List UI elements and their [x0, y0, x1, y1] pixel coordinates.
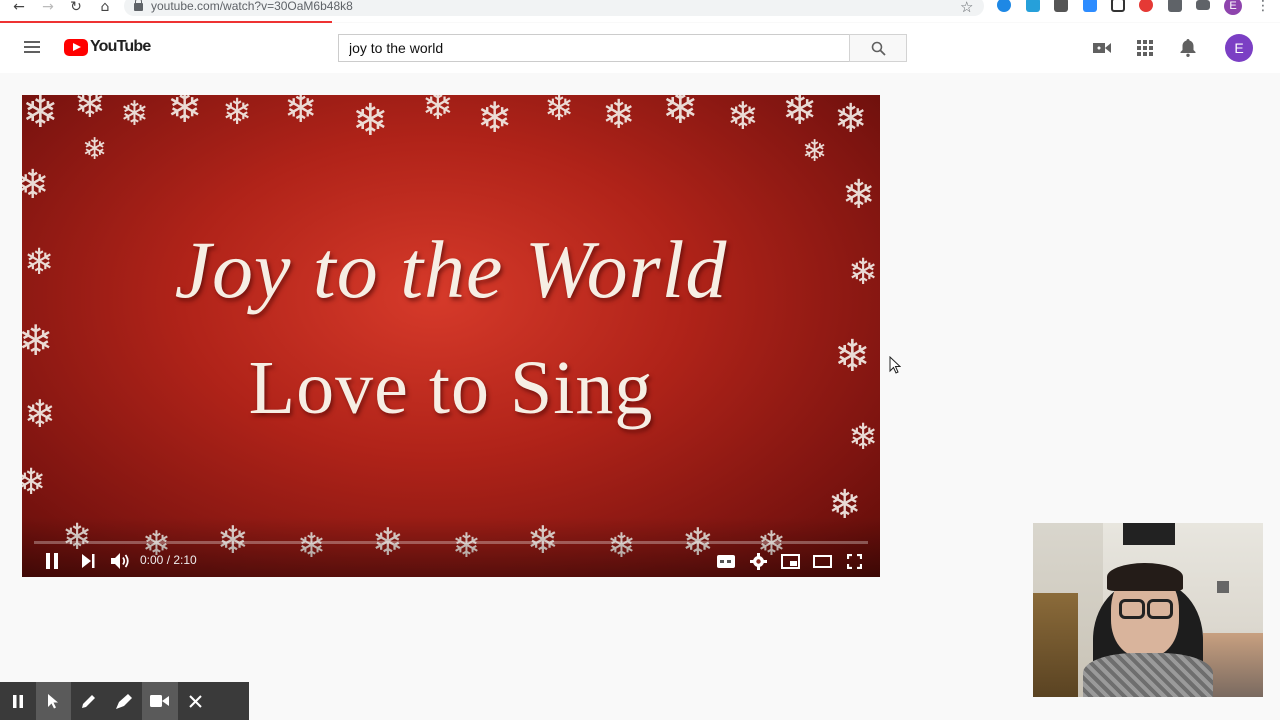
snowflake-icon: ❄: [120, 95, 149, 134]
next-button[interactable]: [78, 552, 98, 570]
apps-grid-icon[interactable]: [1135, 39, 1155, 57]
webcam-outlet: [1217, 581, 1229, 593]
next-icon: [82, 554, 95, 568]
video-title-line-2: Love to Sing: [248, 346, 654, 430]
search-button[interactable]: [849, 34, 907, 62]
recorder-pause-button[interactable]: [0, 682, 36, 720]
recorder-pen-button[interactable]: [71, 682, 107, 720]
pause-icon: [12, 694, 23, 708]
record-icon[interactable]: [1139, 0, 1153, 12]
grid-icon[interactable]: [1111, 0, 1125, 12]
snowflake-icon: ❄: [222, 95, 253, 133]
youtube-play-logo-icon: [64, 38, 88, 56]
recorder-close-button[interactable]: [178, 682, 214, 720]
menu-icon[interactable]: [24, 41, 40, 53]
notifications-bell-icon[interactable]: [1178, 39, 1198, 57]
progress-bar[interactable]: [34, 541, 868, 544]
snowflake-icon: ❄: [422, 95, 454, 128]
snowflake-icon: ❄: [352, 95, 389, 146]
webcam-poster: [1123, 523, 1175, 545]
url-text: youtube.com/watch?v=30OaM6b48k8: [151, 0, 353, 13]
recorder-pointer-button[interactable]: [35, 682, 71, 720]
snowflake-icon: ❄: [727, 95, 759, 138]
glasses-right-icon: [1147, 599, 1173, 619]
snowflake-icon: ❄: [22, 162, 50, 208]
miniplayer-button[interactable]: [779, 552, 801, 570]
snowflake-icon: ❄: [602, 95, 636, 138]
search-input[interactable]: [338, 34, 849, 62]
pause-button[interactable]: [42, 552, 62, 570]
back-icon[interactable]: ←: [8, 0, 30, 15]
snowflake-icon: ❄: [82, 132, 108, 167]
snowflake-icon: ❄: [802, 134, 828, 169]
queue-icon[interactable]: [1196, 0, 1210, 10]
video-player[interactable]: ❄ ❄ ❄ ❄ ❄ ❄ ❄ ❄ ❄ ❄ ❄ ❄ ❄ ❄ ❄ ❄ ❄ ❄ ❄ ❄ …: [22, 95, 880, 577]
grammar-icon[interactable]: [997, 0, 1011, 12]
youtube-logo-text: YouTube: [90, 38, 151, 55]
webcam-overlay: [1033, 523, 1263, 697]
theater-mode-button[interactable]: [811, 552, 833, 570]
snowflake-icon: ❄: [544, 95, 575, 129]
settings-button[interactable]: [748, 552, 768, 570]
account-icon[interactable]: [1026, 0, 1040, 12]
volume-button[interactable]: [109, 552, 131, 570]
recorder-camera-button[interactable]: [142, 682, 178, 720]
snowflake-icon: ❄: [662, 95, 699, 134]
user-avatar[interactable]: E: [1225, 34, 1253, 62]
highlighter-icon: [116, 693, 133, 709]
webcam-shelf: [1033, 593, 1078, 697]
snowflake-icon: ❄: [167, 95, 203, 132]
snowflake-icon: ❄: [22, 95, 59, 138]
captions-button[interactable]: [716, 552, 736, 570]
fullscreen-icon: [846, 553, 862, 569]
captions-icon: [717, 554, 735, 568]
mouse-cursor-icon: [889, 356, 901, 374]
youtube-logo[interactable]: YouTube: [64, 38, 151, 56]
fullscreen-button[interactable]: [844, 552, 864, 570]
snowflake-icon: ❄: [477, 95, 513, 142]
snowflake-icon: ❄: [284, 95, 318, 132]
reload-icon[interactable]: ↻: [65, 0, 87, 15]
browser-menu-icon[interactable]: ⋮: [1256, 0, 1270, 14]
search-icon: [871, 41, 886, 56]
recorder-toolbar: [0, 682, 249, 720]
puzzle-icon[interactable]: [1168, 0, 1182, 12]
webcam-person-scarf: [1083, 653, 1213, 697]
snowflake-icon: ❄: [842, 172, 876, 218]
camera-icon: [150, 695, 170, 707]
pen-icon: [82, 694, 96, 708]
glasses-left-icon: [1119, 599, 1145, 619]
volume-icon: [110, 553, 129, 569]
webcam-person-hairline: [1107, 563, 1183, 591]
snowflake-icon: ❄: [782, 95, 818, 134]
browser-toolbar: ← → ↻ ⌂ youtube.com/watch?v=30OaM6b48k8 …: [0, 0, 1280, 23]
browser-profile-avatar[interactable]: E: [1224, 0, 1242, 15]
zoom-icon[interactable]: [1083, 0, 1097, 12]
pause-icon: [46, 553, 58, 569]
snowflake-icon: ❄: [74, 95, 106, 126]
create-video-icon[interactable]: [1092, 39, 1112, 57]
miniplayer-icon: [780, 553, 800, 569]
close-icon: [189, 694, 202, 708]
l-icon[interactable]: [1054, 0, 1068, 12]
video-title-line-1: Joy to the World: [174, 224, 728, 315]
gear-icon: [749, 552, 767, 570]
forward-icon[interactable]: →: [37, 0, 59, 15]
home-icon[interactable]: ⌂: [94, 0, 116, 15]
pointer-icon: [48, 694, 59, 709]
recorder-highlighter-button[interactable]: [107, 682, 143, 720]
theater-icon: [812, 554, 832, 568]
address-bar[interactable]: youtube.com/watch?v=30OaM6b48k8: [124, 0, 984, 16]
bookmark-star-icon[interactable]: ☆: [960, 0, 973, 16]
snowflake-icon: ❄: [834, 96, 868, 142]
lock-icon: [134, 0, 143, 11]
time-display: 0:00 / 2:10: [140, 553, 197, 567]
snowflake-icon: ❄: [22, 462, 47, 503]
youtube-masthead: YouTube E: [0, 23, 1280, 73]
